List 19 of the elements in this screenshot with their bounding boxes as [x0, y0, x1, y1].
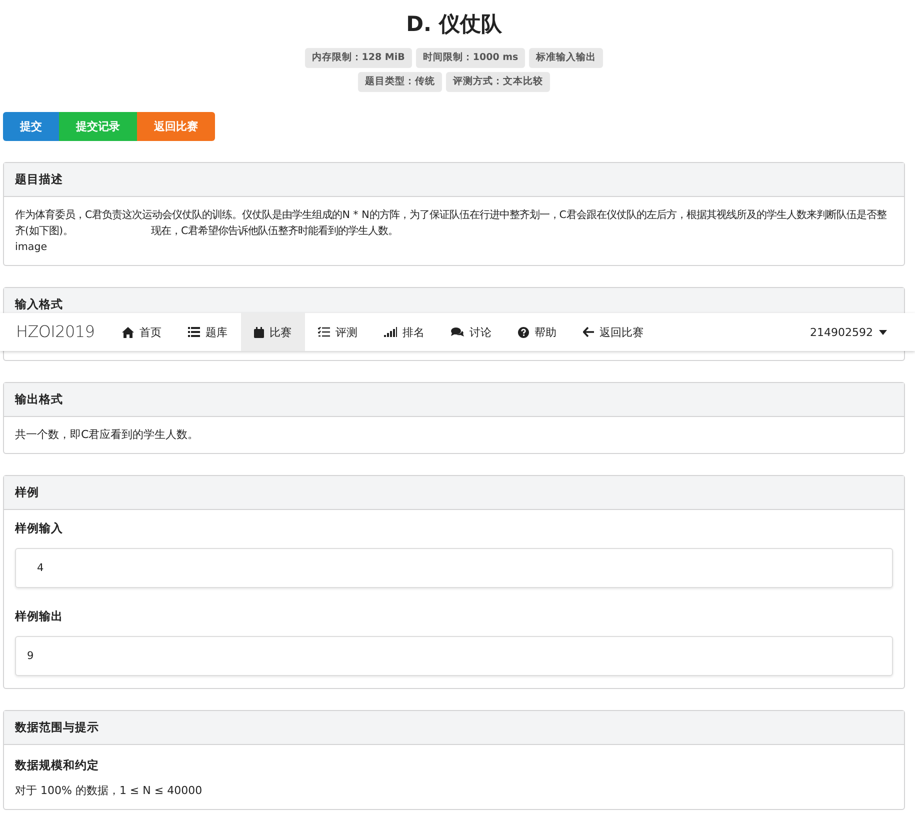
sample-input-code: 4 [15, 548, 893, 588]
sample-output-code: 9 [15, 636, 893, 676]
section-heading: 数据范围与提示 [4, 711, 904, 745]
info-label: 题目类型：传统 [358, 72, 442, 92]
section-heading: 输出格式 [4, 383, 904, 417]
info-label: 标准输入输出 [529, 48, 604, 68]
sample-input-label: 样例输入 [15, 520, 64, 536]
sample-output-label: 样例输出 [15, 608, 64, 624]
description-text: 作为体育委员，C君负责这次运动会仪仗队的训练。仪仗队是由学生组成的N * N的方阵，为了保证队伍在行进中整齐划一，C君会跟在仪仗队的左后方，根据其视线所及的学生人数来判断队伍是否整齐(如下图)。 现在，C君希望你告诉他队伍整齐时能看到的学生人数。 [15, 208, 888, 239]
section-heading: 样例 [4, 476, 904, 510]
image-alt-text: image [15, 241, 48, 253]
limits-subheading: 数据规模和约定 [15, 757, 100, 773]
section-heading: 题目描述 [4, 163, 904, 197]
info-label: 评测方式：文本比较 [446, 72, 550, 92]
info-label: 内存限制：128 MiB [304, 48, 412, 68]
problem-title: D. 仪仗队 [405, 11, 503, 38]
limits-text: 对于 100% 的数据，1 ≤ N ≤ 40000 [15, 783, 204, 799]
info-label: 时间限制：1000 ms [416, 48, 526, 68]
output-format-text: 共一个数，即C君应看到的学生人数。 [15, 428, 199, 441]
